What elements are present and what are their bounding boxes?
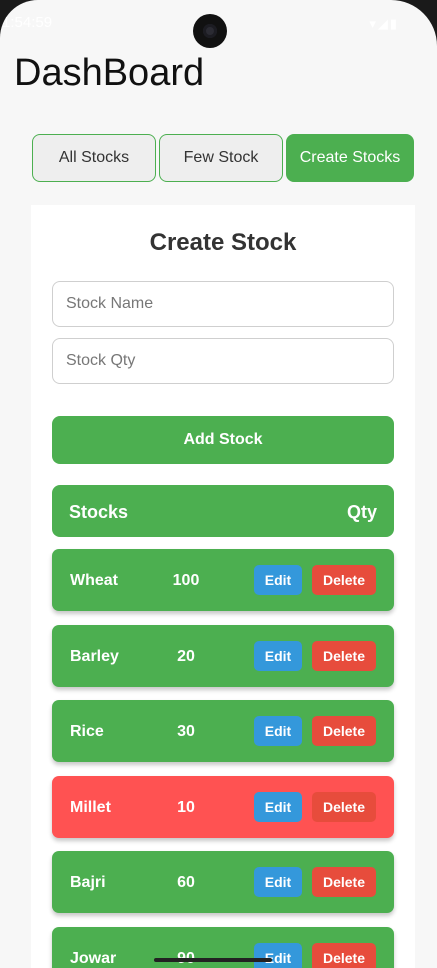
- status-time: 1:54:59: [2, 14, 53, 31]
- stock-name: Rice: [70, 723, 104, 740]
- app-screen: 1:54:59 ▾◢▮ DashBoard All Stocks Few Sto…: [0, 0, 437, 968]
- edit-button[interactable]: Edit: [254, 792, 302, 822]
- stock-name: Jowar: [70, 950, 117, 967]
- tab-few-stock[interactable]: Few Stock: [159, 134, 283, 182]
- stock-row: Wheat 100 Edit Delete: [52, 549, 394, 611]
- tab-bar: All Stocks Few Stock Create Stocks: [32, 134, 414, 184]
- header-qty: Qty: [346, 502, 377, 522]
- stock-row-low: Millet 10 Edit Delete: [52, 776, 394, 838]
- create-stock-title: Create Stock: [149, 229, 297, 256]
- gesture-nav-bar[interactable]: [154, 958, 272, 962]
- add-stock-button[interactable]: Add Stock: [52, 416, 394, 464]
- stock-name: Barley: [70, 648, 119, 665]
- stock-table-header: Stocks Qty: [52, 485, 394, 537]
- delete-button[interactable]: Delete: [312, 943, 376, 968]
- stock-name: Millet: [70, 799, 111, 816]
- edit-button[interactable]: Edit: [254, 565, 302, 595]
- delete-button[interactable]: Delete: [312, 867, 376, 897]
- stock-qty: 30: [177, 723, 195, 740]
- stock-name: Bajri: [70, 874, 106, 891]
- stock-qty: 100: [172, 572, 200, 589]
- edit-button[interactable]: Edit: [254, 716, 302, 746]
- edit-button[interactable]: Edit: [254, 943, 302, 968]
- header-stocks: Stocks: [69, 502, 129, 522]
- delete-button[interactable]: Delete: [312, 565, 376, 595]
- delete-button[interactable]: Delete: [312, 792, 376, 822]
- stock-qty: 60: [177, 874, 195, 891]
- delete-button[interactable]: Delete: [312, 641, 376, 671]
- tab-all-stocks[interactable]: All Stocks: [32, 134, 156, 182]
- page-title: DashBoard: [14, 52, 205, 94]
- delete-button[interactable]: Delete: [312, 716, 376, 746]
- stock-row: Bajri 60 Edit Delete: [52, 851, 394, 913]
- stock-name-input[interactable]: [52, 281, 394, 327]
- status-icons: ▾◢▮: [369, 16, 399, 31]
- edit-button[interactable]: Edit: [254, 867, 302, 897]
- stock-qty: 20: [177, 648, 195, 665]
- stock-row: Barley 20 Edit Delete: [52, 625, 394, 687]
- edit-button[interactable]: Edit: [254, 641, 302, 671]
- stock-qty: 10: [177, 799, 195, 816]
- stock-qty-input[interactable]: [52, 338, 394, 384]
- stock-name: Wheat: [70, 572, 118, 589]
- camera-cutout: [193, 14, 227, 48]
- stock-row: Rice 30 Edit Delete: [52, 700, 394, 762]
- tab-create-stocks[interactable]: Create Stocks: [286, 134, 414, 182]
